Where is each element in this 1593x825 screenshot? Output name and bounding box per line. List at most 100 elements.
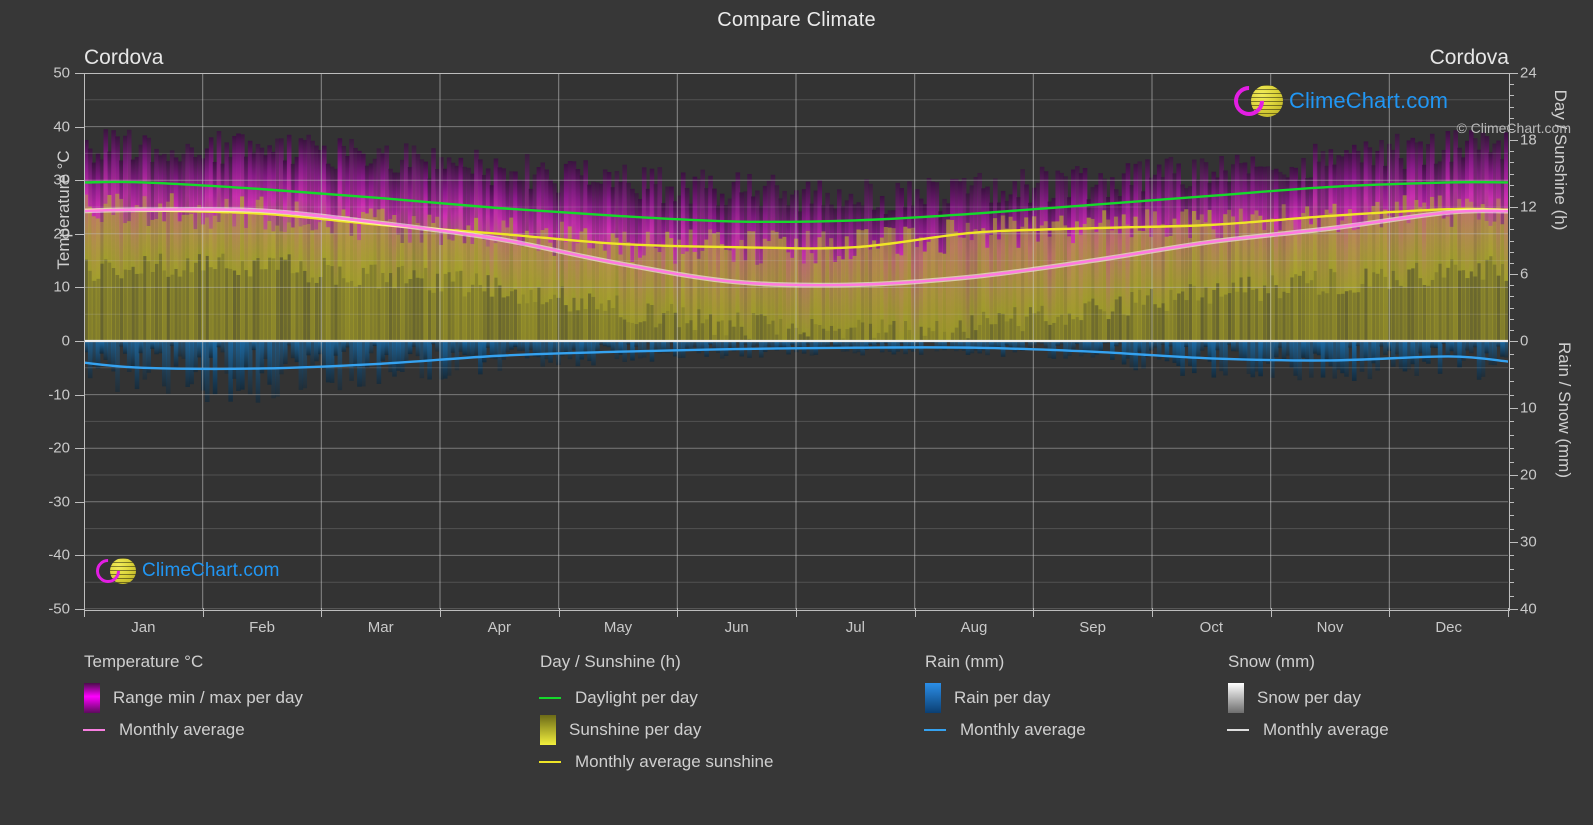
y-axis-tickmark-left [75, 555, 84, 557]
watermark-text-bottom: ClimeChart.com [142, 560, 280, 581]
y-axis-minor-tickmark-right [1509, 162, 1514, 164]
y-axis-tick-left: -50 [48, 600, 70, 618]
x-axis-tickmark [1389, 608, 1391, 617]
legend-item-label: Monthly average [1263, 720, 1389, 739]
copyright-text: © ClimeChart.com [1456, 120, 1571, 136]
y-axis-tick-right-hours: 0 [1520, 332, 1529, 350]
y-axis-tick-left: 40 [53, 118, 70, 136]
y-axis-tick-right-mm: 40 [1520, 600, 1537, 618]
x-axis-tickmark [1270, 608, 1272, 617]
x-axis-tickmark [1152, 608, 1153, 617]
y-axis-minor-tickmark-right [1509, 434, 1514, 436]
legend-item[interactable]: Monthly average [923, 714, 1086, 746]
legend-item-label: Snow per day [1257, 688, 1361, 707]
y-axis-tick-right-mm: 10 [1520, 399, 1537, 417]
x-axis-label-apr: Apr [487, 619, 511, 636]
y-axis-tick-left: -40 [48, 546, 70, 564]
y-axis-tickmark-right [1509, 274, 1518, 275]
y-axis-tick-left: -20 [48, 439, 70, 457]
legend-item-label: Monthly average [119, 720, 245, 739]
y-axis-minor-tickmark-right [1509, 106, 1514, 108]
legend-item[interactable]: Snow per day [1228, 682, 1389, 714]
legend-line-swatch-wrap [1226, 729, 1250, 731]
legend-item-label: Rain per day [954, 688, 1051, 707]
chart-legend: Temperature °C Range min / max per day Mon… [0, 652, 1593, 802]
y-axis-minor-tickmark-right [1509, 582, 1514, 584]
y-axis-minor-tickmark-right [1509, 329, 1514, 331]
x-axis-label-dec: Dec [1435, 619, 1462, 636]
y-axis-tickmark-left [75, 394, 84, 396]
y-axis-tick-right-hours: 12 [1520, 198, 1537, 216]
y-axis-tickmark-left [75, 287, 84, 289]
y-axis-tickmark-left [75, 180, 84, 182]
legend-line-swatch-wrap [538, 761, 562, 763]
x-axis-tickmark [84, 608, 85, 617]
y-axis-minor-tickmark-right [1509, 184, 1514, 186]
legend-column-title: Snow (mm) [1228, 652, 1315, 671]
legend-item[interactable]: Monthly average sunshine [538, 746, 773, 778]
y-axis-tickmark-right [1509, 542, 1518, 543]
y-axis-tick-left: 10 [53, 278, 70, 296]
y-axis-minor-tickmark-right [1509, 240, 1514, 242]
x-axis-label-feb: Feb [249, 619, 275, 636]
legend-item[interactable]: Sunshine per day [540, 714, 773, 746]
legend-line-swatch-wrap [82, 729, 106, 731]
y-axis-tickmark-right [1509, 73, 1518, 74]
y-axis-minor-tickmark-right [1509, 515, 1514, 517]
x-axis-label-jun: Jun [724, 619, 749, 636]
y-axis-tickmark-right [1509, 140, 1518, 141]
x-axis-tickmark [677, 608, 679, 617]
legend-item[interactable]: Daylight per day [538, 682, 773, 714]
legend-item[interactable]: Monthly average [1226, 714, 1389, 746]
y-axis-minor-tickmark-right [1509, 151, 1514, 153]
y-axis-minor-tickmark-right [1509, 318, 1514, 320]
y-axis-minor-tickmark-right [1509, 296, 1514, 298]
y-axis-tick-right-hours: 24 [1520, 64, 1537, 82]
y-axis-tickmark-left [75, 233, 84, 235]
chart-plot-area: ClimeChart.com ClimeChart.com [84, 73, 1508, 609]
y-axis-tick-left: -10 [48, 386, 70, 404]
legend-item-label: Monthly average [960, 720, 1086, 739]
y-axis-minor-tickmark-right [1509, 117, 1514, 119]
legend-item-label: Sunshine per day [569, 720, 702, 739]
watermark-logo-top: ClimeChart.com [1227, 79, 1449, 123]
y-axis-title-right-bottom: Rain / Snow (mm) [1555, 341, 1574, 479]
x-axis-label-sep: Sep [1079, 619, 1107, 636]
y-axis-minor-tickmark-right [1509, 381, 1514, 383]
legend-column-temperature: Temperature °C Range min / max per day Mon… [82, 652, 303, 746]
x-axis-label-mar: Mar [367, 619, 394, 636]
daylight-line-swatch [538, 697, 561, 699]
y-axis-minor-tickmark-right [1509, 501, 1514, 503]
location-label-right: Cordova [1429, 46, 1509, 69]
y-axis-tickmark-right [1509, 207, 1518, 208]
x-axis-label-oct: Oct [1199, 619, 1223, 636]
y-axis-tickmark-left [75, 501, 84, 503]
watermark-text-top: ClimeChart.com [1289, 88, 1449, 113]
x-axis-label-may: May [603, 619, 633, 636]
legend-column-day: Day / Sunshine (h) Daylight per day Sunshi… [538, 652, 773, 778]
legend-item[interactable]: Rain per day [925, 682, 1086, 714]
y-axis-minor-tickmark-right [1509, 307, 1514, 309]
rain-average-line-swatch [923, 729, 946, 731]
x-axis-tickmark [796, 608, 797, 617]
y-axis-tick-left: 50 [53, 64, 70, 82]
x-axis-tickmark [1508, 608, 1509, 617]
temp-range-swatch [84, 683, 100, 713]
legend-line-swatch-wrap [923, 729, 947, 731]
y-axis-tick-right-mm: 20 [1520, 466, 1537, 484]
x-axis-tickmark [321, 608, 323, 617]
y-axis-minor-tickmark-right [1509, 173, 1514, 175]
y-axis-tickmark-left [75, 73, 84, 74]
legend-column-rain: Rain (mm) Rain per day Monthly average [923, 652, 1086, 746]
x-axis-label-jul: Jul [845, 619, 865, 636]
y-axis-minor-tickmark-right [1509, 367, 1514, 369]
legend-item[interactable]: Monthly average [82, 714, 303, 746]
temp-average-line-swatch [82, 729, 105, 731]
legend-item[interactable]: Range min / max per day [84, 682, 303, 714]
legend-column-title: Day / Sunshine (h) [540, 652, 681, 671]
y-axis-minor-tickmark-right [1509, 568, 1514, 570]
sunshine-swatch [540, 715, 556, 745]
y-axis-tick-right-mm: 30 [1520, 533, 1537, 551]
y-axis-tickmark-left [75, 126, 84, 128]
x-axis-tickmark [202, 608, 204, 617]
